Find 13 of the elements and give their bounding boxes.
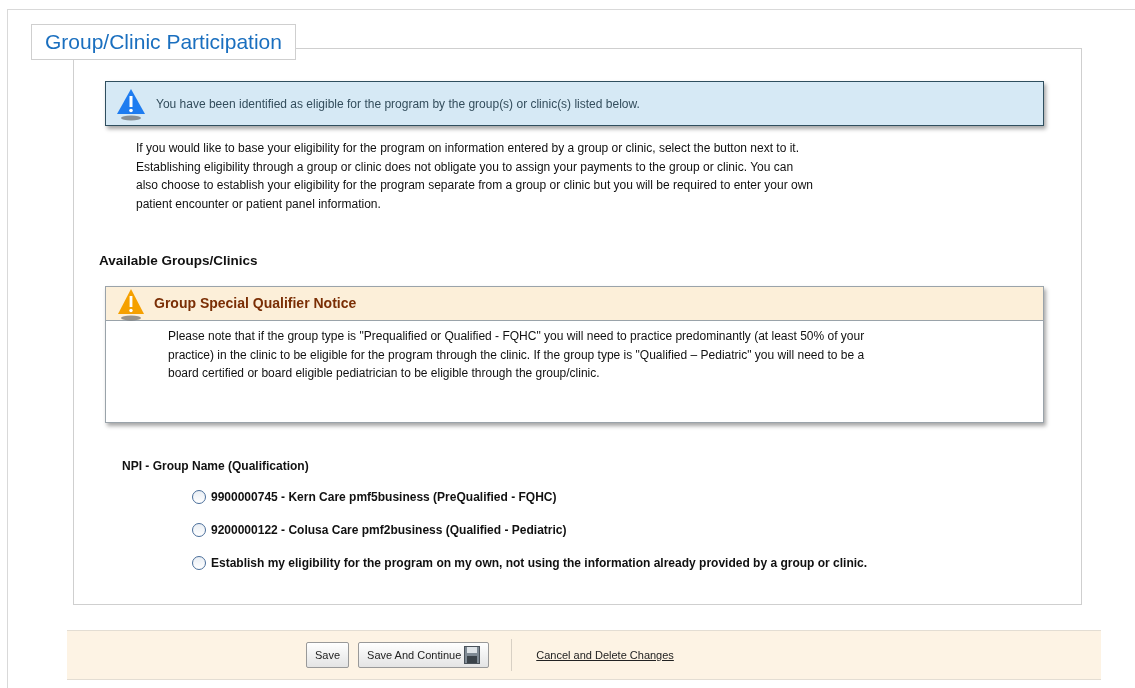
option-label: 9900000745 - Kern Care pmf5business (PreQualified - FQHC) [211,489,557,506]
section-title: Group/Clinic Participation [31,24,296,60]
option-label: 9200000122 - Colusa Care pmf2business (Qualified - Pediatric) [211,522,567,539]
notice-text: Please note that if the group type is "Prequalified or Qualified - FQHC" you will need to practice predominantly (at least 50% of your practice) in the clinic to be eligible for the program through the clinic. If the group type is "Qualified – Pediatric" you will need to be a board certified or board eligible pediatrician to be eligible through the group/clinic. [168,328,866,382]
notice-title: Group Special Qualifier Notice [154,294,357,313]
section-heading: Available Groups/Clinics [99,252,258,270]
intro-paragraph: If you would like to base your eligibility for the program on information entered by a group or clinic, select the button next to it. Establishing eligibility through a group or clinic does not obligate you to assign your payments to the group or clinic. You can also choose to establish your eligibility for the program separate from a group or clinic but you will be required to enter your own patient encounter or patient panel information. [136,140,814,213]
save-button[interactable]: Save [306,642,350,668]
save-and-continue-button[interactable]: Save And Continue [358,642,490,668]
options-label: NPI - Group Name (Qualification) [122,458,309,475]
option-label: Establish my eligibility for the program on my own, not using the information already provided by a group or clinic. [211,555,868,572]
cancel-link[interactable]: Cancel and Delete Changes [536,646,674,664]
info-message: You have been identified as eligible for the program by the group(s) or clinic(s) listed below. [156,95,640,113]
